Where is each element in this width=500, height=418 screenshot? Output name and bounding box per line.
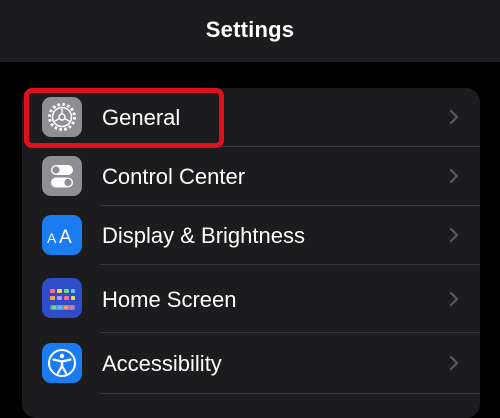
settings-item-control-center[interactable]: Control Center — [22, 147, 480, 205]
settings-item-label: Display & Brightness — [102, 223, 305, 248]
navigation-bar: Settings — [0, 0, 500, 62]
accessibility-icon — [42, 343, 82, 383]
separator — [100, 393, 480, 394]
settings-item-display-brightness[interactable]: A A Display & Brightness — [22, 206, 480, 264]
page-title: Settings — [205, 17, 295, 42]
settings-item-label: Home Screen — [102, 287, 237, 312]
chevron-right-icon — [449, 109, 459, 125]
settings-item-home-screen[interactable]: Home Screen — [22, 265, 480, 332]
settings-item-accessibility[interactable]: Accessibility — [22, 333, 480, 393]
highlight-box — [24, 88, 224, 148]
svg-text:A: A — [47, 230, 57, 246]
chevron-right-icon — [449, 355, 459, 371]
settings-item-label: Accessibility — [102, 351, 222, 376]
svg-text:A: A — [59, 227, 72, 248]
text-size-icon: A A — [42, 215, 82, 255]
toggles-icon — [42, 156, 82, 196]
app-grid-icon — [42, 278, 82, 318]
settings-item-label: Control Center — [102, 164, 246, 189]
chevron-right-icon — [449, 227, 459, 243]
chevron-right-icon — [449, 291, 459, 307]
chevron-right-icon — [449, 168, 459, 184]
